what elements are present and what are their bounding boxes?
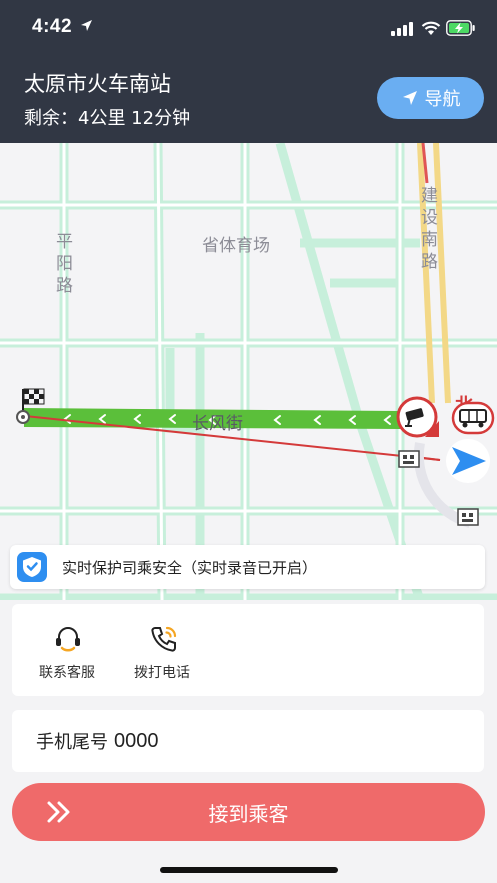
road-label-changfeng: 长风街 bbox=[192, 414, 243, 434]
double-chevron-right-icon bbox=[47, 801, 70, 823]
building-marker-icon bbox=[457, 508, 479, 526]
pickup-passenger-label: 接到乘客 bbox=[208, 801, 289, 826]
safety-notice-text: 实时保护司乘安全（实时录音已开启） bbox=[62, 558, 318, 577]
status-time: 4:42 bbox=[32, 16, 73, 37]
shield-icon bbox=[17, 552, 47, 582]
phone-call-icon bbox=[151, 626, 177, 652]
current-location-arrow-icon bbox=[446, 439, 490, 483]
road-label-jianshe-south: 建设南路 bbox=[421, 186, 438, 272]
status-bar: 4:42 bbox=[0, 0, 497, 56]
contact-support-label: 联系客服 bbox=[39, 665, 95, 681]
battery-charging-icon bbox=[446, 20, 475, 36]
poi-label-provincial-stadium: 省体育场 bbox=[202, 236, 270, 256]
safety-notice: 实时保护司乘安全（实时录音已开启） bbox=[10, 545, 485, 589]
finish-flag-icon bbox=[16, 388, 45, 424]
header-bar: 4:42 太原市火车南站 剩余：4公里 12分钟 导航 bbox=[0, 0, 497, 143]
home-indicator[interactable] bbox=[160, 867, 338, 873]
action-panel: 联系客服 拨打电话 bbox=[12, 604, 484, 696]
pickup-passenger-button[interactable]: 接到乘客 bbox=[12, 783, 485, 841]
road-label-pingyang: 平阳路 bbox=[56, 232, 73, 296]
call-phone-label: 拨打电话 bbox=[134, 665, 190, 681]
navigation-arrow-icon bbox=[402, 91, 417, 105]
call-phone-button[interactable]: 拨打电话 bbox=[112, 604, 212, 696]
phone-tail-label: 手机尾号 bbox=[36, 732, 108, 753]
phone-tail-card: 手机尾号 0000 bbox=[12, 710, 484, 772]
bus-icon bbox=[451, 401, 495, 435]
signal-icon bbox=[391, 22, 413, 36]
contact-support-button[interactable]: 联系客服 bbox=[17, 604, 117, 696]
wifi-icon bbox=[421, 21, 441, 35]
building-marker-icon bbox=[398, 450, 420, 468]
traffic-camera-icon bbox=[396, 396, 439, 438]
headset-icon bbox=[56, 627, 80, 652]
navigate-button-label: 导航 bbox=[424, 89, 461, 110]
phone-tail-value: 0000 bbox=[114, 729, 159, 752]
destination-title: 太原市火车南站 bbox=[24, 72, 171, 96]
navigate-button[interactable]: 导航 bbox=[377, 77, 484, 119]
map-view[interactable]: 平阳路 建设南路 省体育场 长风街 北 bbox=[0, 143, 497, 600]
remaining-distance-time: 剩余：4公里 12分钟 bbox=[24, 108, 191, 129]
location-arrow-icon bbox=[81, 20, 92, 31]
